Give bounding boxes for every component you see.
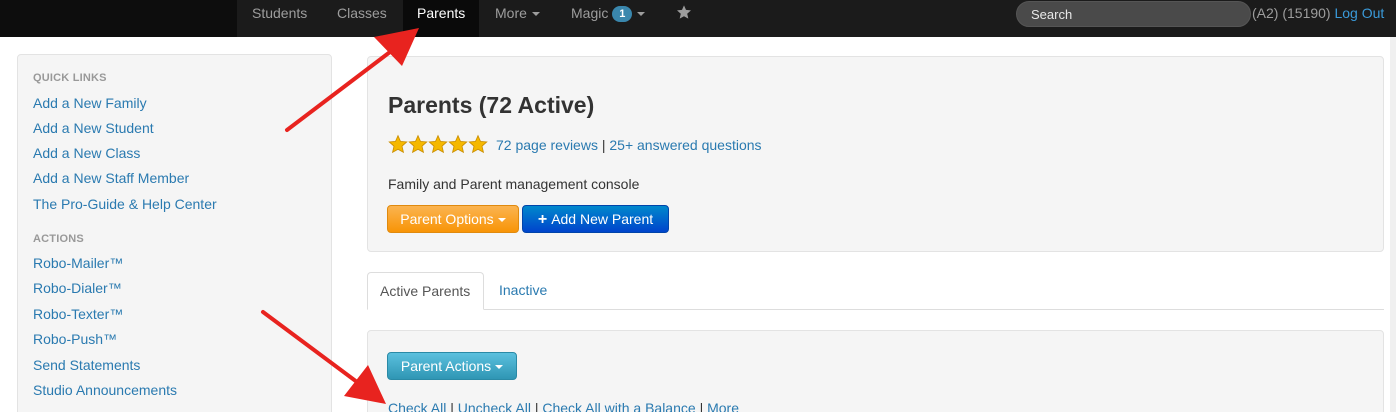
sidebar-link-add-class[interactable]: Add a New Class — [33, 145, 140, 161]
nav-classes[interactable]: Classes — [323, 0, 401, 37]
sidebar-link-add-staff[interactable]: Add a New Staff Member — [33, 170, 189, 186]
sidebar-link-pro-guide[interactable]: The Pro-Guide & Help Center — [33, 196, 217, 212]
sidebar-link-robo-push[interactable]: Robo-Push™ — [33, 331, 117, 347]
nav-students[interactable]: Students — [238, 0, 321, 37]
check-separator: | — [450, 400, 454, 412]
check-separator: | — [534, 400, 539, 412]
add-new-parent-button[interactable]: + Add New Parent — [522, 205, 669, 233]
top-navbar: Students Classes Parents More Magic 1 (A… — [0, 0, 1396, 37]
check-all-balance-link[interactable]: Check All with a Balance — [542, 400, 695, 412]
parent-actions-button[interactable]: Parent Actions — [387, 352, 517, 380]
nav-magic[interactable]: Magic 1 — [557, 0, 659, 37]
rating-links: 72 page reviews | 25+ answered questions — [496, 137, 762, 153]
sidebar-link-add-student[interactable]: Add a New Student — [33, 120, 154, 136]
page-reviews-link[interactable]: 72 page reviews — [496, 137, 598, 153]
tab-active-parents[interactable]: Active Parents — [367, 272, 484, 310]
nav-more-label: More — [495, 5, 527, 21]
nav-parents[interactable]: Parents — [403, 0, 480, 37]
sidebar-link-robo-texter[interactable]: Robo-Texter™ — [33, 306, 123, 322]
star-icon[interactable] — [676, 4, 692, 20]
page-title: Parents (72 Active) — [388, 92, 595, 118]
star-filled-icon — [448, 134, 468, 154]
add-new-parent-label: Add New Parent — [551, 211, 654, 227]
check-links: Check All | Uncheck All | Check All with… — [388, 400, 739, 412]
sidebar-link-studio-announcements[interactable]: Studio Announcements — [33, 382, 177, 398]
account-id-text: (A2) (15190) — [1252, 5, 1331, 21]
more-link[interactable]: More — [707, 400, 739, 412]
logout-link[interactable]: Log Out — [1334, 5, 1384, 21]
sidebar-link-robo-mailer[interactable]: Robo-Mailer™ — [33, 255, 123, 271]
check-separator: | — [699, 400, 704, 412]
star-filled-icon — [468, 134, 488, 154]
parent-actions-panel: Parent Actions Check All | Uncheck All |… — [367, 330, 1384, 412]
chevron-down-icon — [495, 365, 504, 370]
sidebar-link-robo-dialer[interactable]: Robo-Dialer™ — [33, 280, 122, 296]
answered-questions-link[interactable]: 25+ answered questions — [609, 137, 761, 153]
nav-magic-label: Magic — [571, 5, 609, 21]
rating-stars — [388, 134, 488, 156]
star-filled-icon — [388, 134, 408, 154]
star-filled-icon — [408, 134, 428, 154]
nav-more[interactable]: More — [481, 0, 554, 37]
scrollbar-track[interactable] — [1390, 37, 1396, 412]
actions-header: ACTIONS — [33, 233, 84, 245]
search-input[interactable] — [1016, 1, 1251, 27]
plus-icon: + — [537, 211, 548, 228]
magic-count-badge: 1 — [612, 6, 633, 22]
parent-options-label: Parent Options — [400, 211, 494, 227]
brand-area — [0, 0, 237, 37]
parent-actions-label: Parent Actions — [400, 358, 492, 374]
tab-inactive[interactable]: Inactive — [487, 272, 559, 310]
quick-links-header: QUICK LINKS — [33, 72, 107, 84]
account-info: (A2) (15190) Log Out — [1252, 0, 1384, 27]
sidebar-link-add-family[interactable]: Add a New Family — [33, 95, 147, 111]
chevron-down-icon — [637, 12, 646, 17]
page-header-panel: Parents (72 Active) 72 page reviews | 25… — [367, 56, 1384, 252]
star-filled-icon — [428, 134, 448, 154]
page-description: Family and Parent management console — [388, 176, 640, 192]
chevron-down-icon — [531, 12, 540, 17]
parent-options-button[interactable]: Parent Options — [387, 205, 519, 233]
uncheck-all-link[interactable]: Uncheck All — [458, 400, 531, 412]
chevron-down-icon — [497, 218, 506, 223]
sidebar-link-send-statements[interactable]: Send Statements — [33, 357, 140, 373]
rating-separator: | — [601, 137, 606, 153]
sidebar: QUICK LINKS Add a New Family Add a New S… — [17, 54, 332, 412]
check-all-link[interactable]: Check All — [388, 400, 446, 412]
